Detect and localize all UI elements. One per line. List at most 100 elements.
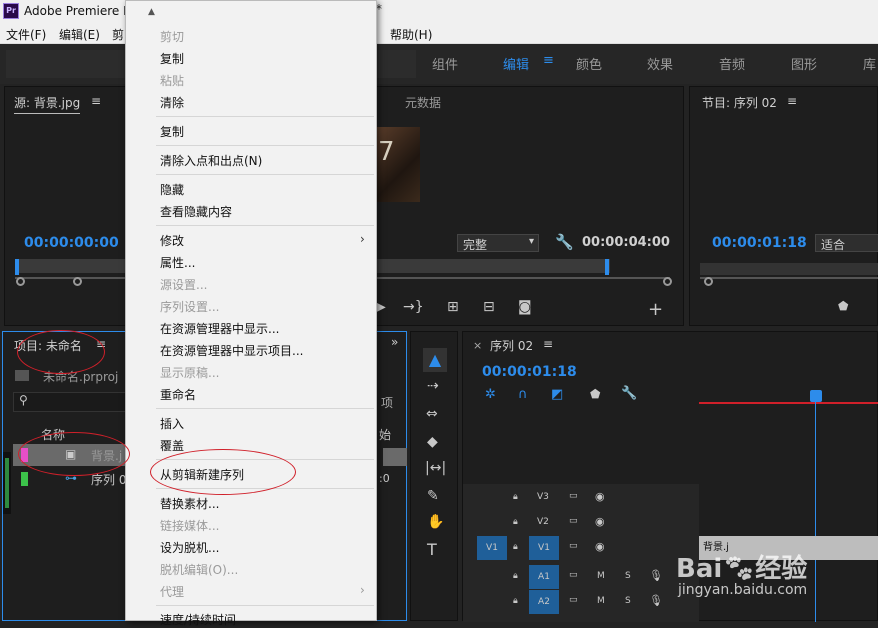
close-tab-icon[interactable]: × bbox=[473, 339, 482, 352]
menu-item-proxy[interactable]: 代理 bbox=[160, 583, 184, 600]
project-search-input[interactable] bbox=[13, 392, 128, 412]
timeline-timecode[interactable]: 00:00:01:18 bbox=[482, 364, 577, 380]
menu-item-rename[interactable]: 重命名 bbox=[160, 386, 196, 403]
menu-item-edit-offline[interactable]: 脱机编辑(O)... bbox=[160, 561, 238, 578]
mute-button[interactable]: M bbox=[597, 571, 605, 581]
scroll-handle-end[interactable] bbox=[663, 277, 672, 286]
workspace-menu-icon[interactable]: ≡ bbox=[543, 53, 554, 68]
workspace-tab-effects[interactable]: 效果 bbox=[647, 54, 673, 73]
program-scroll-handle[interactable] bbox=[704, 277, 713, 286]
selection-tool-icon[interactable]: ▲ bbox=[423, 348, 447, 372]
menu-item-make-offline[interactable]: 设为脱机... bbox=[160, 539, 219, 556]
sync-lock-icon[interactable]: ▭ bbox=[569, 516, 578, 526]
linked-select-icon[interactable]: ◩ bbox=[551, 387, 563, 402]
program-zoom-select[interactable]: 适合 bbox=[815, 234, 878, 252]
sync-lock-icon[interactable]: ▭ bbox=[569, 491, 578, 501]
workspace-tab-graphics[interactable]: 图形 bbox=[791, 54, 817, 73]
source-panel-menu-icon[interactable]: ≡ bbox=[91, 94, 101, 108]
menu-item-duplicate[interactable]: 复制 bbox=[160, 123, 184, 140]
timeline-tab[interactable]: 序列 02 bbox=[490, 337, 533, 354]
menu-help[interactable]: 帮助(H) bbox=[390, 26, 432, 43]
menu-item-reveal-project-in-explorer[interactable]: 在资源管理器中显示项目... bbox=[160, 342, 303, 359]
track-label-v2[interactable]: V2 bbox=[537, 517, 549, 527]
menu-item-show-original[interactable]: 显示原稿... bbox=[160, 364, 219, 381]
menu-item-hide[interactable]: 隐藏 bbox=[160, 181, 184, 198]
metadata-tab[interactable]: 元数据 bbox=[405, 94, 441, 111]
goto-out-icon[interactable]: →} bbox=[403, 299, 424, 315]
menu-item-paste[interactable]: 粘贴 bbox=[160, 72, 184, 89]
lock-icon[interactable]: 🔒︎ bbox=[513, 492, 518, 502]
menu-item-clear-in-out[interactable]: 清除入点和出点(N) bbox=[160, 152, 262, 169]
pen-tool-icon[interactable]: ✎ bbox=[427, 488, 439, 504]
menu-item-replace-footage[interactable]: 替换素材... bbox=[160, 495, 219, 512]
marker-icon[interactable]: ⬟ bbox=[838, 299, 848, 313]
program-scrollbar[interactable] bbox=[700, 277, 878, 279]
workspace-tab-assembly[interactable]: 组件 bbox=[432, 54, 458, 73]
program-panel-menu-icon[interactable]: ≡ bbox=[787, 94, 797, 108]
solo-button[interactable]: S bbox=[625, 571, 631, 581]
program-ruler[interactable] bbox=[700, 263, 878, 275]
add-marker-icon[interactable]: ⬟ bbox=[590, 387, 600, 401]
type-tool-icon[interactable]: T bbox=[427, 540, 437, 559]
scroll-handle-right[interactable] bbox=[73, 277, 82, 286]
workspace-tab-color[interactable]: 颜色 bbox=[576, 54, 602, 73]
menu-edit[interactable]: 编辑(E) bbox=[59, 26, 100, 43]
timeline-menu-icon[interactable]: ≡ bbox=[543, 337, 553, 351]
ripple-edit-tool-icon[interactable]: ⇔ bbox=[426, 406, 438, 422]
solo-button[interactable]: S bbox=[625, 596, 631, 606]
microphone-icon[interactable]: 🎙︎ bbox=[649, 569, 663, 582]
sync-lock-icon[interactable]: ▭ bbox=[569, 541, 578, 551]
sync-lock-icon[interactable]: ▭ bbox=[569, 570, 578, 580]
menu-item-clear[interactable]: 清除 bbox=[160, 94, 184, 111]
column-header-start[interactable]: 始 bbox=[379, 426, 391, 443]
mute-button[interactable]: M bbox=[597, 596, 605, 606]
track-label-v1[interactable]: V1 bbox=[529, 536, 559, 560]
menu-item-properties[interactable]: 属性... bbox=[160, 254, 195, 271]
eye-icon[interactable]: ◉ bbox=[595, 490, 605, 503]
work-area-bar[interactable] bbox=[699, 402, 878, 404]
lock-icon[interactable]: 🔒︎ bbox=[513, 517, 518, 527]
wrench-icon[interactable]: 🔧 bbox=[555, 233, 574, 251]
sync-lock-icon[interactable]: ▭ bbox=[569, 595, 578, 605]
workspace-tab-audio[interactable]: 音频 bbox=[719, 54, 745, 73]
lock-icon[interactable]: 🔒︎ bbox=[513, 571, 518, 581]
microphone-icon[interactable]: 🎙︎ bbox=[649, 594, 663, 607]
scroll-up-arrow-icon[interactable]: ▲ bbox=[148, 7, 155, 17]
panel-overflow-icon[interactable]: » bbox=[391, 335, 398, 349]
menu-file[interactable]: 文件(F) bbox=[6, 26, 46, 43]
snap-icon[interactable]: ∩ bbox=[518, 387, 528, 402]
menu-item-link-media[interactable]: 链接媒体... bbox=[160, 517, 219, 534]
track-select-tool-icon[interactable]: ⇢ bbox=[427, 378, 439, 394]
menu-item-sequence-settings[interactable]: 序列设置... bbox=[160, 298, 219, 315]
menu-item-source-settings[interactable]: 源设置... bbox=[160, 276, 207, 293]
menu-item-reveal-in-explorer[interactable]: 在资源管理器中显示... bbox=[160, 320, 279, 337]
source-patch-v1[interactable]: V1 bbox=[477, 536, 507, 560]
lock-icon[interactable]: 🔒︎ bbox=[513, 596, 518, 606]
menu-item-modify[interactable]: 修改 bbox=[160, 232, 184, 249]
track-label-a1[interactable]: A1 bbox=[529, 565, 559, 589]
eye-icon[interactable]: ◉ bbox=[595, 540, 605, 553]
camera-icon[interactable]: ◙ bbox=[518, 299, 532, 315]
razor-tool-icon[interactable]: ◆ bbox=[427, 434, 438, 450]
source-timecode-in[interactable]: 00:00:00:00 bbox=[24, 235, 119, 251]
overwrite-icon[interactable]: ⊟ bbox=[483, 299, 495, 315]
menu-item-cut[interactable]: 剪切 bbox=[160, 28, 184, 45]
timeline-playhead-handle[interactable] bbox=[810, 390, 822, 402]
add-button-icon[interactable]: + bbox=[648, 299, 663, 320]
source-out-marker[interactable] bbox=[605, 259, 609, 275]
nest-icon[interactable]: ✲ bbox=[485, 387, 496, 402]
eye-icon[interactable]: ◉ bbox=[595, 515, 605, 528]
hand-tool-icon[interactable]: ✋ bbox=[427, 514, 444, 530]
source-panel-title[interactable]: 源: 背景.jpg bbox=[14, 94, 81, 114]
menu-item-view-hidden[interactable]: 查看隐藏内容 bbox=[160, 203, 232, 220]
menu-item-overwrite[interactable]: 覆盖 bbox=[160, 437, 184, 454]
track-label-v3[interactable]: V3 bbox=[537, 492, 549, 502]
lock-icon[interactable]: 🔒︎ bbox=[513, 542, 518, 552]
menu-item-speed-duration[interactable]: 速度/持续时间 bbox=[160, 611, 236, 628]
timeline-playhead-line[interactable] bbox=[815, 400, 816, 622]
menu-clip[interactable]: 剪 bbox=[112, 26, 124, 43]
program-panel-title[interactable]: 节目: 序列 02 bbox=[702, 94, 777, 111]
insert-icon[interactable]: ⊞ bbox=[447, 299, 459, 315]
source-playhead[interactable] bbox=[15, 259, 19, 275]
track-label-a2[interactable]: A2 bbox=[529, 590, 559, 614]
